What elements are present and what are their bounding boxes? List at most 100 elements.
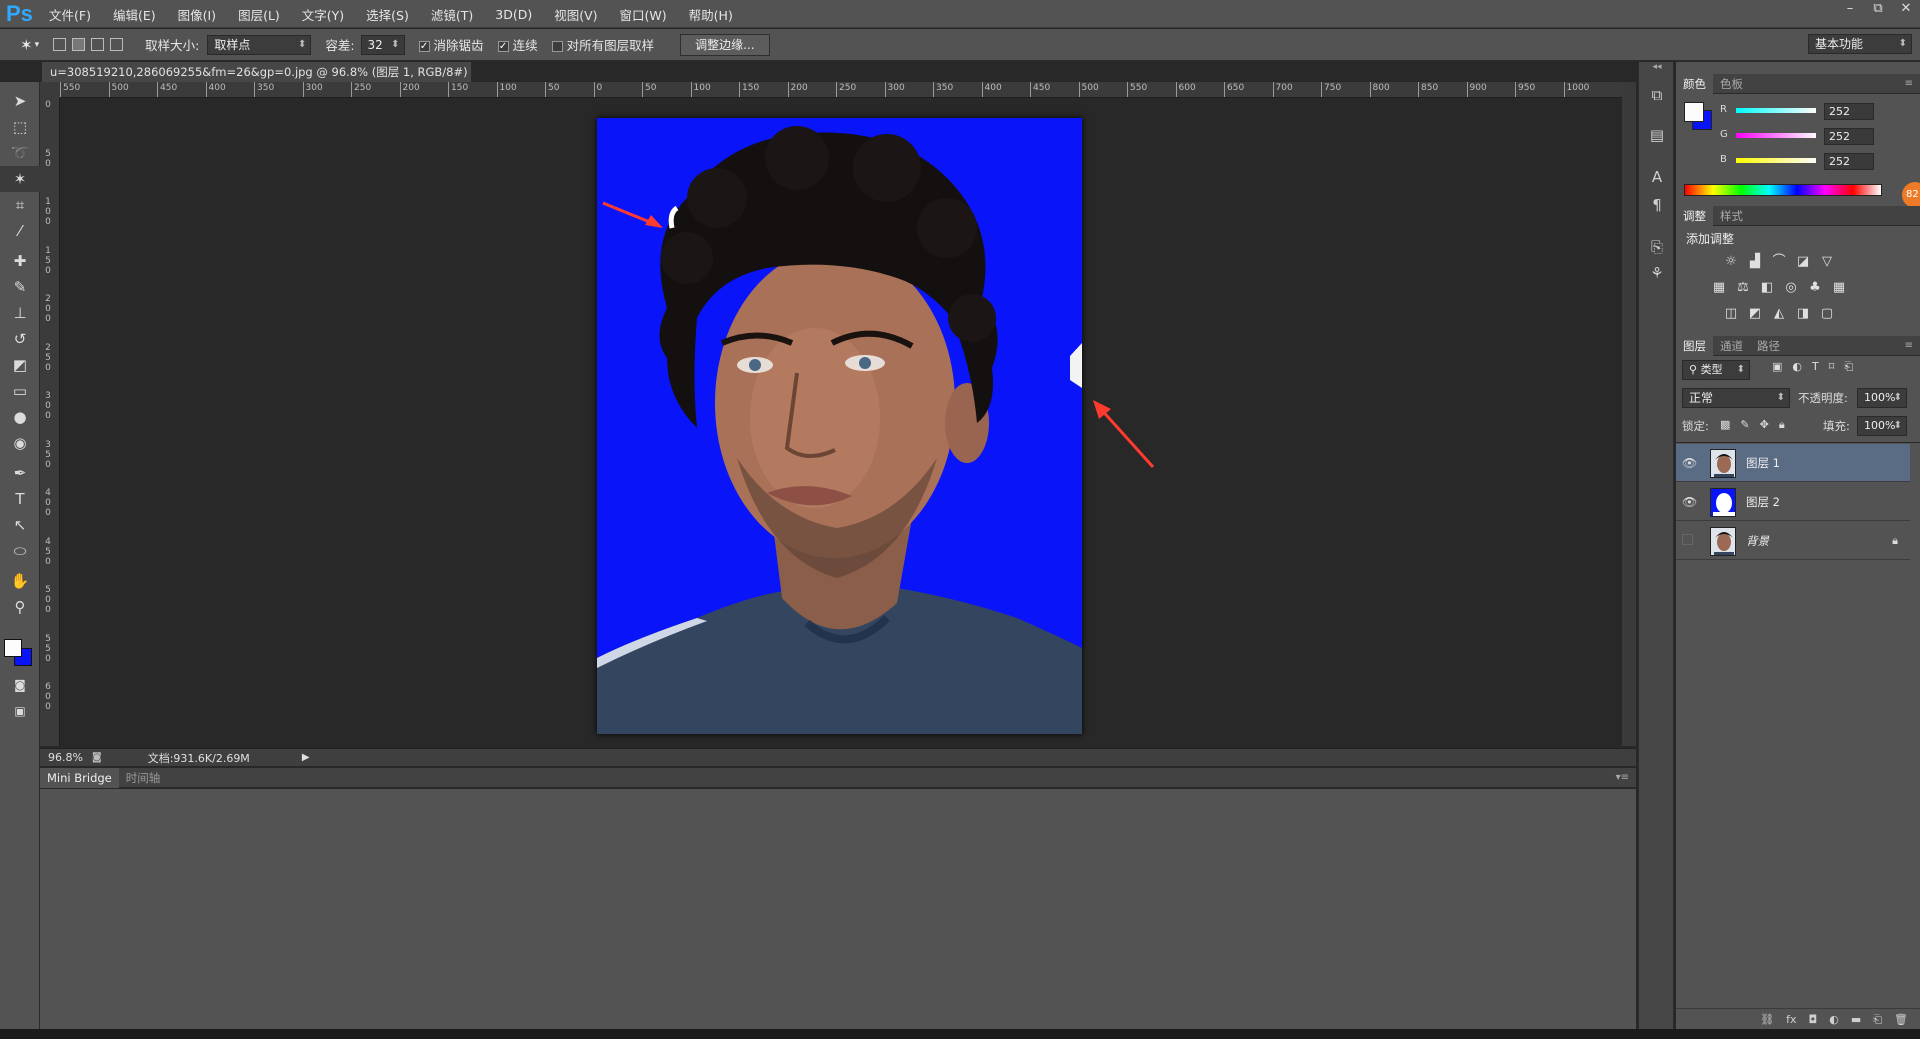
screen-mode-icon[interactable]: ▣ bbox=[0, 698, 40, 724]
workspace-select[interactable]: 基本功能 bbox=[1808, 34, 1912, 54]
color-foreground-swatch[interactable] bbox=[1684, 102, 1704, 122]
marquee-tool-icon[interactable]: ⬚ bbox=[0, 114, 40, 140]
collapse-icon[interactable]: ◂◂ bbox=[1639, 62, 1675, 72]
levels-icon[interactable]: ▟ bbox=[1746, 254, 1764, 270]
tab-swatches[interactable]: 色板 bbox=[1713, 74, 1750, 94]
stamp-tool-icon[interactable]: ⊥ bbox=[0, 300, 40, 326]
lock-transparent-icon[interactable]: ▩ bbox=[1720, 418, 1730, 432]
layer-row-2[interactable]: 👁︎ 图层 2 bbox=[1676, 483, 1910, 521]
type-tool-icon[interactable]: T bbox=[0, 486, 40, 512]
tab-color[interactable]: 颜色 bbox=[1676, 73, 1713, 94]
history-panel-icon[interactable]: ⧉ bbox=[1639, 86, 1675, 104]
layer-row-background[interactable]: 背景 🔒︎ bbox=[1676, 522, 1910, 560]
tab-adjustments[interactable]: 调整 bbox=[1676, 205, 1713, 226]
panel-menu-icon[interactable]: ≡ bbox=[1898, 336, 1920, 356]
magic-wand-tool-icon[interactable]: ✶ bbox=[0, 166, 40, 192]
panel-menu-icon[interactable]: ▾≡ bbox=[1609, 768, 1636, 788]
menu-item[interactable]: 帮助(H) bbox=[689, 5, 733, 24]
refine-edge-button[interactable]: 调整边缘... bbox=[680, 33, 770, 56]
blue-slider[interactable] bbox=[1736, 158, 1816, 163]
sample-all-layers-checkbox[interactable]: 对所有图层取样 bbox=[551, 35, 654, 54]
sample-size-select[interactable]: 取样点 bbox=[207, 34, 312, 55]
document-tab[interactable]: u=308519210,286069255&fm=26&gp=0.jpg @ 9… bbox=[42, 62, 472, 82]
tab-styles[interactable]: 样式 bbox=[1713, 206, 1750, 226]
blend-mode-select[interactable]: 正常 bbox=[1682, 388, 1790, 408]
green-value-input[interactable]: 252 bbox=[1824, 128, 1874, 145]
pen-tool-icon[interactable]: ✒ bbox=[0, 460, 40, 486]
green-slider[interactable] bbox=[1736, 133, 1816, 138]
status-arrow-icon[interactable]: ▶ bbox=[302, 752, 310, 763]
black-white-icon[interactable]: ◧ bbox=[1758, 280, 1776, 296]
eye-icon[interactable]: 👁︎ bbox=[1682, 456, 1697, 470]
brush-panel-icon[interactable]: ⎘ bbox=[1639, 238, 1675, 256]
photo-filter-icon[interactable]: ◎ bbox=[1782, 280, 1800, 296]
menu-item[interactable]: 文件(F) bbox=[49, 5, 91, 24]
clone-source-panel-icon[interactable]: ⚘ bbox=[1639, 264, 1675, 282]
lock-position-icon[interactable]: ✥ bbox=[1760, 418, 1769, 432]
new-adjustment-icon[interactable]: ◐ bbox=[1829, 1013, 1839, 1026]
chevron-down-icon[interactable]: ▾ bbox=[35, 40, 40, 50]
gradient-tool-icon[interactable]: ▭ bbox=[0, 378, 40, 404]
red-value-input[interactable]: 252 bbox=[1824, 103, 1874, 120]
quick-mask-icon[interactable]: ◙ bbox=[0, 672, 40, 698]
contiguous-checkbox[interactable]: ✓ 连续 bbox=[497, 35, 538, 54]
character-panel-icon[interactable]: A bbox=[1639, 168, 1675, 186]
fill-input[interactable]: 100% bbox=[1857, 416, 1907, 436]
layer-name[interactable]: 背景 bbox=[1746, 533, 1769, 549]
lock-image-icon[interactable]: ✎ bbox=[1740, 418, 1749, 432]
lasso-tool-icon[interactable]: ➰ bbox=[0, 140, 40, 166]
menu-item[interactable]: 编辑(E) bbox=[113, 5, 156, 24]
new-layer-icon[interactable]: ⎗ bbox=[1873, 1013, 1882, 1027]
brightness-icon[interactable]: ☼ bbox=[1722, 254, 1740, 270]
layer-style-icon[interactable]: fx bbox=[1786, 1013, 1796, 1026]
crop-tool-icon[interactable]: ⌗ bbox=[0, 192, 40, 218]
eraser-tool-icon[interactable]: ◩ bbox=[0, 352, 40, 378]
layer-row-1[interactable]: 👁︎ 图层 1 bbox=[1676, 444, 1910, 482]
close-button[interactable]: ✕ bbox=[1892, 0, 1920, 18]
exposure-icon[interactable]: ◪ bbox=[1794, 254, 1812, 270]
dodge-tool-icon[interactable]: ◉ bbox=[0, 430, 40, 456]
smart-object-filter-icon[interactable]: ⎗ bbox=[1844, 360, 1853, 374]
vertical-scrollbar[interactable] bbox=[1622, 82, 1636, 746]
properties-panel-icon[interactable]: ▤ bbox=[1639, 126, 1675, 144]
selective-color-icon[interactable]: ▢ bbox=[1818, 306, 1836, 322]
channel-mixer-icon[interactable]: ♣ bbox=[1806, 280, 1824, 296]
shape-filter-icon[interactable]: ⌑ bbox=[1829, 360, 1835, 374]
menu-item[interactable]: 3D(D) bbox=[495, 7, 532, 22]
blur-tool-icon[interactable]: ● bbox=[0, 404, 40, 430]
tab-timeline[interactable]: 时间轴 bbox=[119, 768, 168, 788]
tab-channels[interactable]: 通道 bbox=[1713, 336, 1750, 356]
vibrance-icon[interactable]: ▽ bbox=[1818, 254, 1836, 270]
gradient-map-icon[interactable]: ◨ bbox=[1794, 306, 1812, 322]
ellipse-tool-icon[interactable]: ⬭ bbox=[0, 538, 40, 564]
minimize-button[interactable]: – bbox=[1836, 0, 1864, 18]
menu-item[interactable]: 图像(I) bbox=[178, 5, 216, 24]
menu-item[interactable]: 滤镜(T) bbox=[431, 5, 473, 24]
move-tool-icon[interactable]: ➤ bbox=[0, 88, 40, 114]
add-mask-icon[interactable]: ◘ bbox=[1809, 1013, 1818, 1026]
intersect-selection-icon[interactable] bbox=[110, 38, 124, 51]
menu-item[interactable]: 窗口(W) bbox=[620, 5, 667, 24]
history-brush-tool-icon[interactable]: ↺ bbox=[0, 326, 40, 352]
posterize-icon[interactable]: ◩ bbox=[1746, 306, 1764, 322]
delete-layer-icon[interactable]: 🗑︎ bbox=[1894, 1013, 1908, 1026]
menu-item[interactable]: 图层(L) bbox=[238, 5, 280, 24]
healing-brush-tool-icon[interactable]: ✚ bbox=[0, 248, 40, 274]
tab-paths[interactable]: 路径 bbox=[1750, 336, 1787, 356]
add-selection-icon[interactable] bbox=[72, 38, 86, 51]
opacity-input[interactable]: 100% bbox=[1857, 388, 1907, 408]
red-slider[interactable] bbox=[1736, 108, 1816, 113]
zoom-level[interactable]: 96.8% bbox=[40, 751, 86, 764]
type-filter-icon[interactable]: T bbox=[1812, 360, 1819, 374]
adjustment-filter-icon[interactable]: ◐ bbox=[1792, 360, 1802, 374]
path-selection-tool-icon[interactable]: ↖ bbox=[0, 512, 40, 538]
layer-name[interactable]: 图层 1 bbox=[1746, 455, 1780, 471]
blue-value-input[interactable]: 252 bbox=[1824, 153, 1874, 170]
antialias-checkbox[interactable]: ✓ 消除锯齿 bbox=[418, 35, 484, 54]
restore-button[interactable]: ⧉ bbox=[1864, 0, 1892, 18]
magic-wand-icon[interactable]: ✶ bbox=[20, 36, 33, 54]
hand-tool-icon[interactable]: ✋ bbox=[0, 568, 40, 594]
hue-saturation-icon[interactable]: ▦ bbox=[1710, 280, 1728, 296]
tolerance-input[interactable]: 32 bbox=[360, 34, 405, 55]
new-selection-icon[interactable] bbox=[53, 38, 67, 51]
